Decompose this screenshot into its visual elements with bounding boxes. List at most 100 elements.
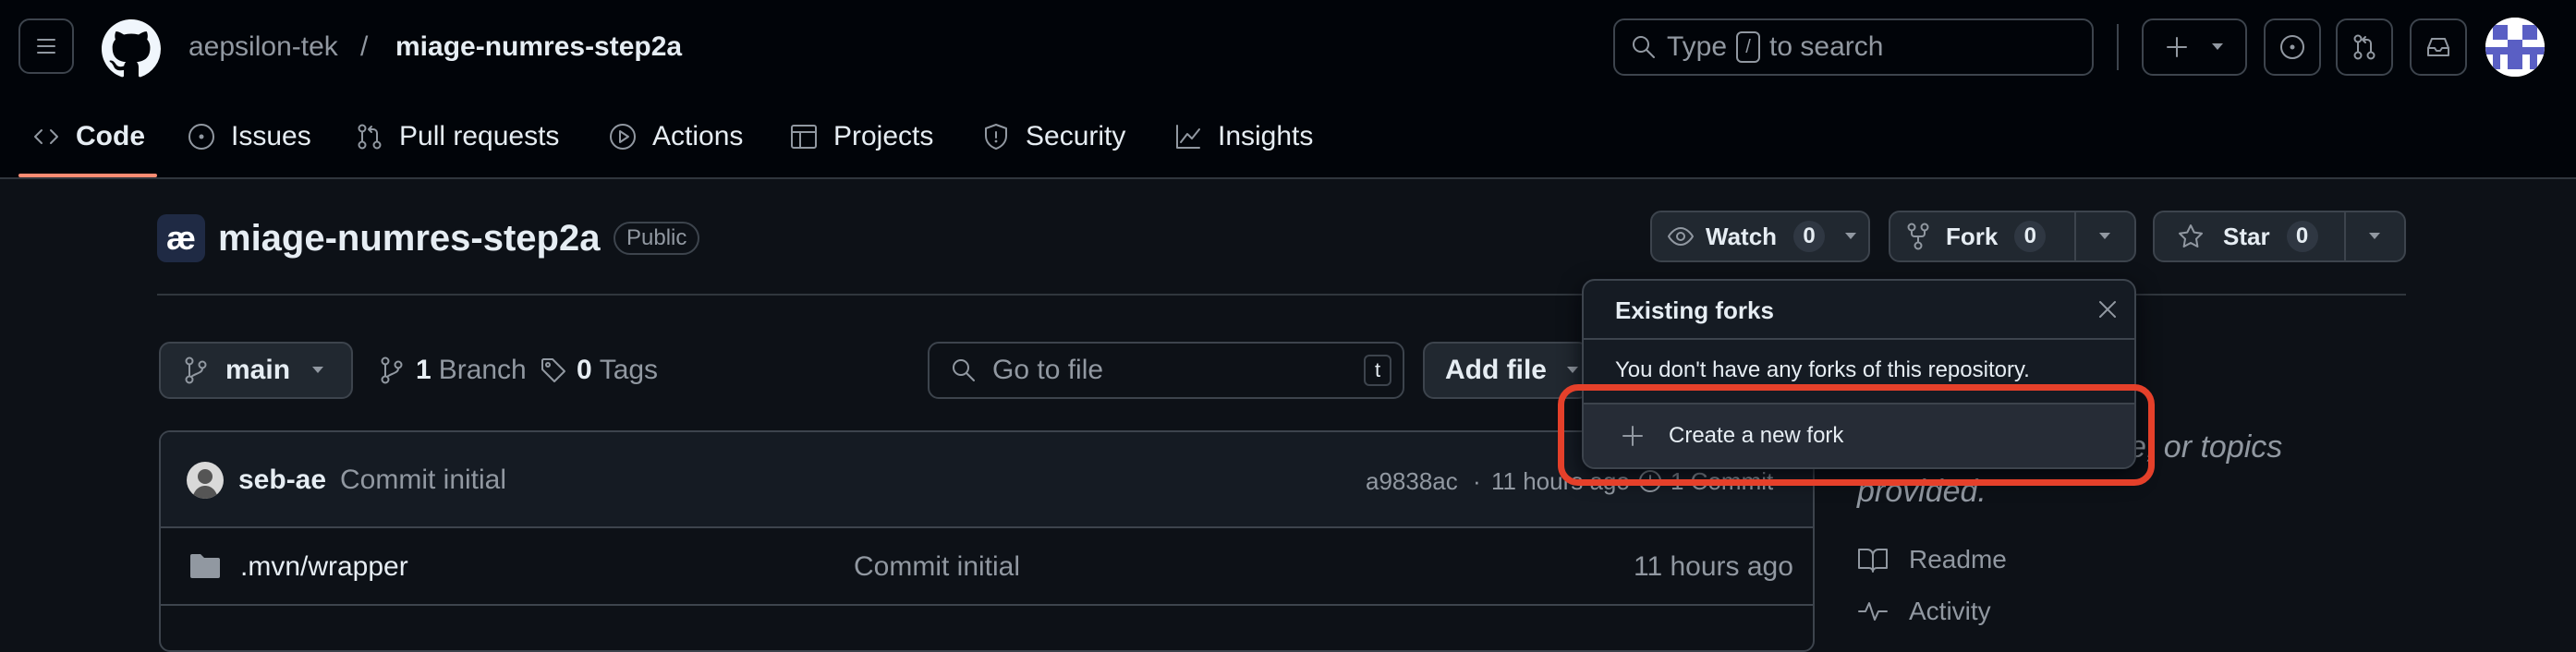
fork-label: Fork <box>1946 222 1999 250</box>
tags-label: Tags <box>599 355 659 385</box>
breadcrumb-separator: / <box>360 31 369 62</box>
create-new-button[interactable] <box>2142 18 2247 76</box>
tags-link[interactable]: 0 Tags <box>540 351 658 390</box>
tab-security[interactable]: Security <box>981 115 1125 159</box>
branch-name: main <box>225 355 291 385</box>
play-icon <box>608 122 638 151</box>
tab-actions-label: Actions <box>652 121 744 151</box>
triangle-down-icon <box>310 366 325 375</box>
search-shortcut-key: / <box>1736 31 1761 63</box>
fork-dropdown-button[interactable] <box>2076 212 2134 260</box>
file-commit-time: 11 hours ago <box>1634 551 1793 582</box>
go-to-file-shortcut-key: t <box>1364 355 1391 386</box>
repo-title[interactable]: miage-numres-step2a <box>218 216 600 260</box>
star-button-group: Star 0 <box>2153 211 2406 262</box>
tab-actions[interactable]: Actions <box>608 115 743 159</box>
search-placeholder-before: Type <box>1667 31 1728 62</box>
tab-issues-label: Issues <box>231 121 311 151</box>
issues-button[interactable] <box>2264 18 2321 76</box>
file-name[interactable]: .mvn/wrapper <box>240 549 408 586</box>
plus-icon <box>2164 34 2190 60</box>
active-tab-underline <box>18 174 157 177</box>
git-branch-icon <box>379 356 405 384</box>
book-icon <box>1857 546 1889 574</box>
repo-owner-avatar: æ <box>157 214 205 262</box>
search-placeholder-after: to search <box>1769 31 1884 62</box>
menu-button[interactable] <box>18 18 74 74</box>
close-icon[interactable] <box>2096 297 2120 321</box>
activity-label: Activity <box>1909 597 1991 625</box>
triangle-down-icon <box>2367 232 2382 241</box>
header-divider <box>2117 24 2119 70</box>
git-pull-request-icon <box>2351 33 2378 61</box>
tab-issues[interactable]: Issues <box>187 115 311 159</box>
triangle-down-icon <box>1843 232 1858 241</box>
star-icon <box>2177 223 2205 250</box>
tag-icon <box>540 356 567 384</box>
branches-count: 1 <box>416 355 431 385</box>
add-file-label: Add file <box>1445 355 1547 385</box>
table-row[interactable]: .mvn/wrapper Commit initial 11 hours ago <box>161 528 1813 606</box>
inbox-icon <box>2424 33 2452 61</box>
commit-hash[interactable]: a9838ac <box>1366 464 1458 499</box>
star-label: Star <box>2223 222 2270 250</box>
star-count: 0 <box>2286 221 2318 252</box>
issue-opened-icon <box>2278 33 2306 61</box>
readme-link[interactable]: Readme <box>1857 541 2007 578</box>
tags-count: 0 <box>577 355 592 385</box>
tab-insights-label: Insights <box>1218 121 1314 151</box>
inbox-button[interactable] <box>2410 18 2467 76</box>
table-icon <box>789 122 819 151</box>
highlight-annotation <box>1558 384 2155 486</box>
github-logo-icon[interactable] <box>102 19 161 78</box>
fork-button[interactable]: Fork 0 <box>1890 212 2076 260</box>
watch-button[interactable]: Watch 0 <box>1650 211 1870 262</box>
search-icon <box>950 356 978 384</box>
code-icon <box>31 122 61 151</box>
breadcrumb-repo[interactable]: miage-numres-step2a <box>395 29 682 66</box>
star-button[interactable]: Star 0 <box>2155 212 2346 260</box>
go-to-file-input[interactable]: Go to file t <box>928 342 1404 399</box>
branches-link[interactable]: 1 Branch <box>379 351 527 390</box>
tab-pull-requests[interactable]: Pull requests <box>355 115 559 159</box>
breadcrumb-owner[interactable]: aepsilon-tek <box>188 29 338 66</box>
search-input[interactable]: Type / to search <box>1613 18 2094 76</box>
fork-button-group: Fork 0 <box>1889 211 2136 262</box>
pulse-icon <box>1857 598 1889 625</box>
commit-author[interactable]: seb-ae <box>238 462 326 499</box>
folder-icon <box>188 552 222 580</box>
watch-label: Watch <box>1706 222 1778 250</box>
triangle-down-icon <box>2097 232 2112 241</box>
repo-forked-icon <box>1905 223 1931 250</box>
fork-count: 0 <box>2014 221 2047 252</box>
readme-label: Readme <box>1909 545 2007 574</box>
author-avatar[interactable] <box>187 462 224 499</box>
branch-select[interactable]: main <box>159 342 353 399</box>
commit-message[interactable]: Commit initial <box>340 462 506 499</box>
tab-insights[interactable]: Insights <box>1173 115 1313 159</box>
star-dropdown-button[interactable] <box>2346 212 2404 260</box>
tab-projects[interactable]: Projects <box>789 115 933 159</box>
file-commit-message[interactable]: Commit initial <box>854 549 1020 586</box>
eye-icon <box>1667 223 1695 250</box>
git-pull-request-icon <box>355 122 384 151</box>
pull-requests-button[interactable] <box>2336 18 2393 76</box>
git-branch-icon <box>183 356 209 384</box>
watch-count: 0 <box>1793 221 1826 252</box>
activity-link[interactable]: Activity <box>1857 593 1991 630</box>
search-icon <box>1630 33 1658 61</box>
branches-label: Branch <box>438 355 527 385</box>
hamburger-icon <box>33 33 59 59</box>
user-avatar[interactable] <box>2485 18 2545 77</box>
triangle-down-icon <box>2210 42 2225 52</box>
go-to-file-placeholder: Go to file <box>992 355 1104 385</box>
tab-security-label: Security <box>1026 121 1126 151</box>
graph-icon <box>1173 122 1203 151</box>
visibility-badge: Public <box>614 222 700 255</box>
tab-projects-label: Projects <box>833 121 934 151</box>
global-header: aepsilon-tek / miage-numres-step2a Type … <box>0 0 2576 179</box>
tab-pull-requests-label: Pull requests <box>399 121 560 151</box>
tab-code[interactable]: Code <box>31 115 145 159</box>
commit-separator: · <box>1473 467 1481 495</box>
shield-icon <box>981 122 1011 151</box>
